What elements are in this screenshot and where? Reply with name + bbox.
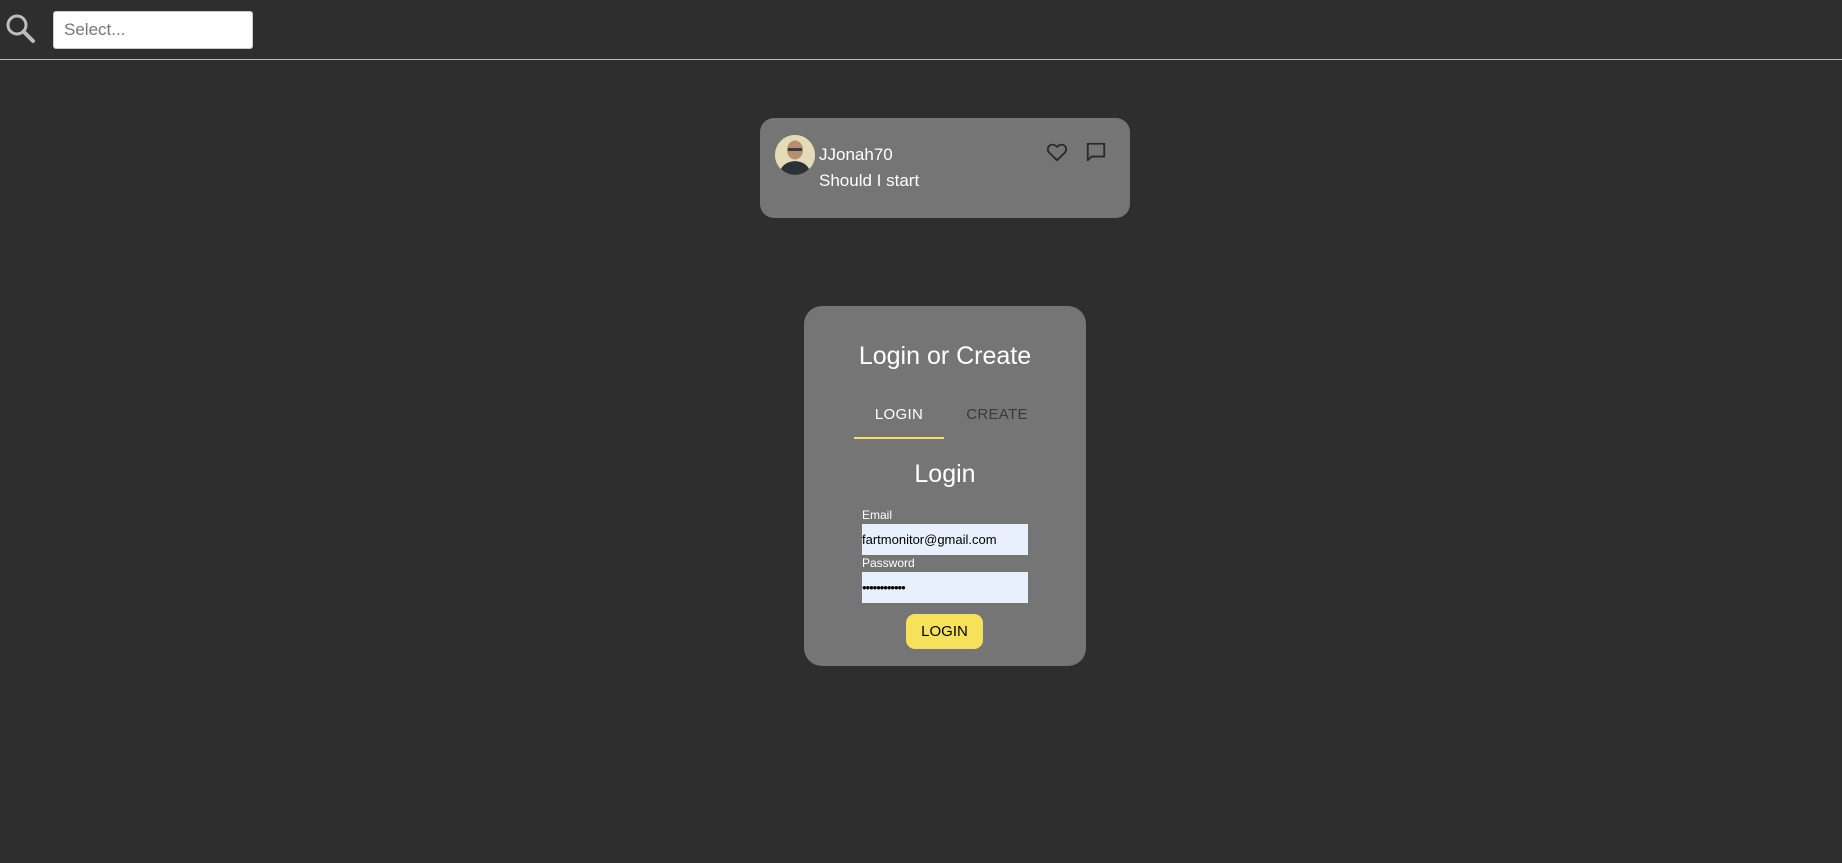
email-value: fartmonitor@gmail.com (862, 532, 997, 547)
tab-create[interactable]: CREATE (952, 406, 1042, 423)
search-icon[interactable] (4, 12, 36, 44)
post-card[interactable]: JJonah70 Should I start (760, 118, 1130, 218)
auth-title: Login or Create (858, 342, 1032, 370)
email-label: Email (862, 508, 893, 522)
tab-login[interactable]: LOGIN (854, 406, 944, 423)
search-select[interactable]: Select... (53, 11, 253, 49)
email-field[interactable]: fartmonitor@gmail.com (862, 524, 1028, 555)
post-text: Should I start (819, 171, 920, 190)
password-value: •••••••••••• (862, 580, 906, 595)
heart-icon[interactable] (1045, 140, 1069, 164)
form-title: Login (914, 460, 976, 488)
login-button[interactable]: LOGIN (906, 614, 983, 649)
login-card: Login or Create LOGIN CREATE Login Email… (804, 306, 1086, 666)
password-field[interactable]: •••••••••••• (862, 572, 1028, 603)
active-tab-indicator (854, 437, 944, 439)
comment-icon[interactable] (1084, 140, 1108, 164)
post-username[interactable]: JJonah70 (819, 145, 893, 165)
top-bar: Select... (0, 0, 1842, 60)
select-placeholder: Select... (64, 20, 126, 39)
password-label: Password (862, 556, 915, 570)
avatar[interactable] (775, 135, 815, 175)
